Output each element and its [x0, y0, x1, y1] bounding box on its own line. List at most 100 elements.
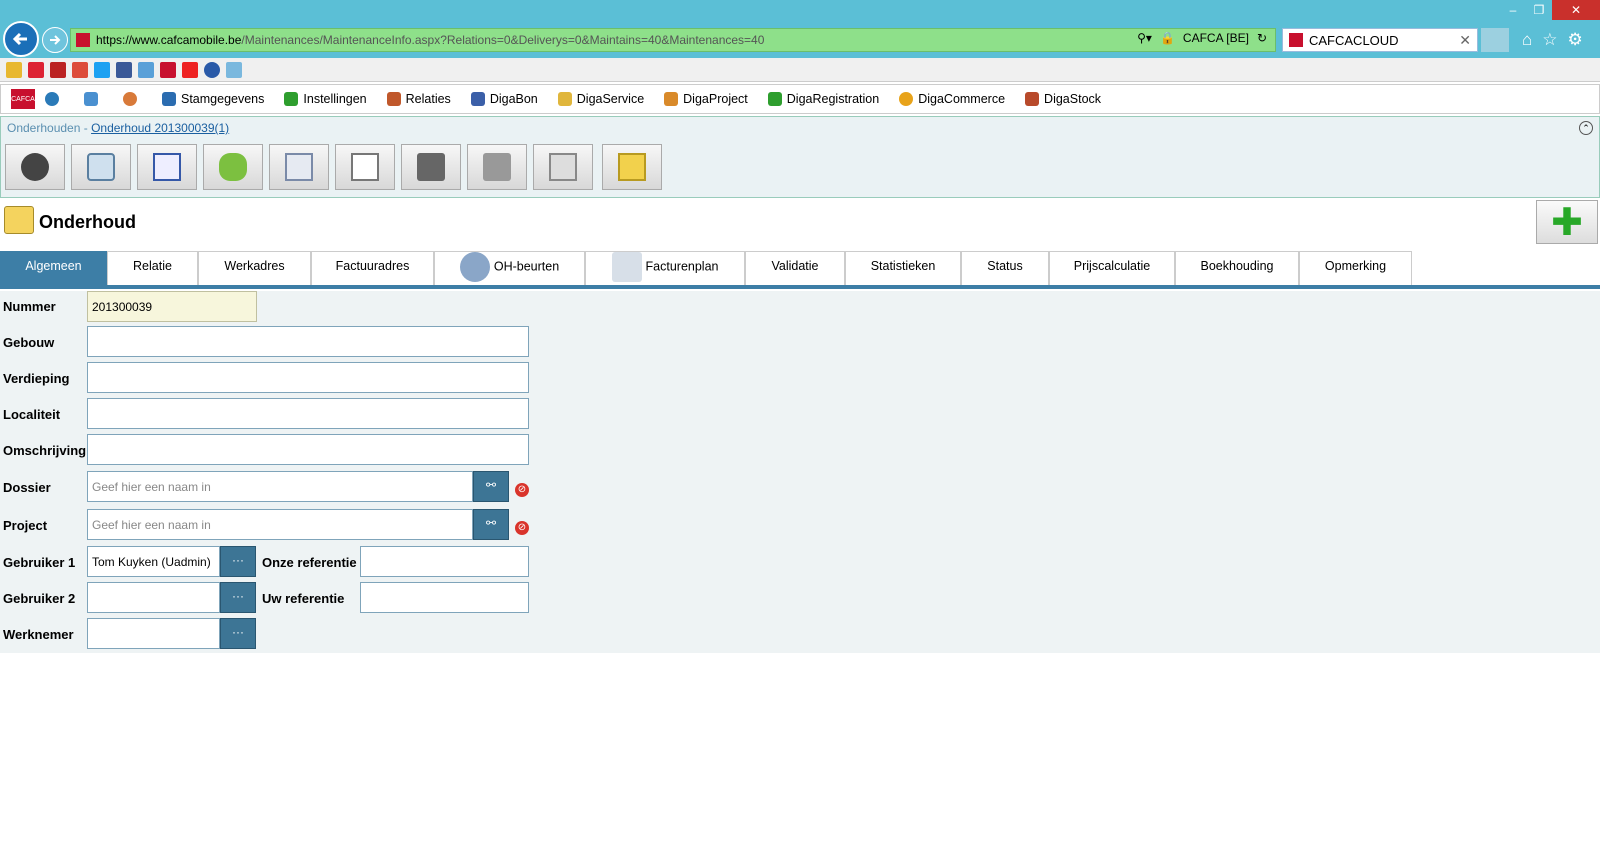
- folder-button[interactable]: [533, 144, 593, 190]
- url-text: https://www.cafcamobile.be/Maintenances/…: [96, 33, 765, 47]
- cafca-logo[interactable]: CAFCA: [11, 89, 35, 109]
- folder-icon: [549, 153, 577, 181]
- print-button[interactable]: [467, 144, 527, 190]
- plug-icon: [219, 153, 247, 181]
- onze-referentie-field[interactable]: [360, 546, 529, 577]
- checklist-icon: [153, 153, 181, 181]
- menu-digastock[interactable]: DigaStock: [1025, 92, 1101, 106]
- fav-facebook-icon[interactable]: [116, 61, 132, 78]
- menu-relaties[interactable]: Relaties: [386, 92, 451, 106]
- alert-button[interactable]: [5, 144, 65, 190]
- werknemer-picker-button[interactable]: ···: [220, 618, 256, 649]
- checklist-button[interactable]: [137, 144, 197, 190]
- page-title: Onderhoud: [39, 212, 136, 232]
- search-icon[interactable]: ⚲▾: [1137, 31, 1152, 45]
- refresh-icon[interactable]: ↻: [1257, 31, 1267, 45]
- dossier-handshake-button[interactable]: ⚯: [473, 471, 509, 502]
- fav-twitter-icon[interactable]: [94, 61, 110, 78]
- omschrijving-field[interactable]: [87, 434, 529, 465]
- settings-gear-icon[interactable]: ⚙: [1568, 30, 1583, 50]
- forward-button[interactable]: [42, 27, 68, 53]
- fav-gplus-icon[interactable]: [72, 61, 88, 78]
- tab-oh-beurten[interactable]: OH-beurten: [434, 251, 585, 285]
- menu-digaregistration[interactable]: DigaRegistration: [767, 92, 879, 106]
- menu-digacommerce[interactable]: DigaCommerce: [899, 92, 1005, 106]
- tab-validatie[interactable]: Validatie: [745, 251, 845, 285]
- verdieping-field[interactable]: [87, 362, 529, 393]
- tab-factuuradres[interactable]: Factuuradres: [311, 251, 434, 285]
- digabon-icon: [470, 92, 485, 106]
- gebouw-field[interactable]: [87, 326, 529, 357]
- onze-referentie-label: Onze referentie: [262, 555, 357, 570]
- uw-referentie-field[interactable]: [360, 582, 529, 613]
- fav-cafca-icon[interactable]: [160, 61, 176, 78]
- tab-boekhouding[interactable]: Boekhouding: [1175, 251, 1299, 285]
- favorites-icon[interactable]: ☆: [1542, 30, 1557, 50]
- project-field[interactable]: Geef hier een naam in: [87, 509, 473, 540]
- tab-prijscalculatie[interactable]: Prijscalculatie: [1049, 251, 1175, 285]
- project-handshake-button[interactable]: ⚯: [473, 509, 509, 540]
- globe-icon[interactable]: [45, 92, 64, 106]
- collapse-icon[interactable]: ⌃: [1579, 121, 1593, 135]
- dossier-placeholder: Geef hier een naam in: [92, 479, 211, 494]
- site-id: CAFCA [BE]: [1182, 31, 1249, 45]
- gebruiker1-field[interactable]: Tom Kuyken (Uadmin): [87, 546, 220, 577]
- tab-relatie[interactable]: Relatie: [107, 251, 198, 285]
- sync-icon[interactable]: [84, 92, 103, 106]
- digacommerce-icon: [899, 92, 914, 106]
- dossier-field[interactable]: Geef hier een naam in: [87, 471, 473, 502]
- address-bar[interactable]: https://www.cafcamobile.be/Maintenances/…: [70, 28, 1276, 52]
- print-icon: [483, 153, 511, 181]
- fav-pdf-icon[interactable]: [50, 61, 66, 78]
- menu-digaproject[interactable]: DigaProject: [664, 92, 748, 106]
- favorites-star-icon[interactable]: [6, 61, 22, 78]
- fav-ie2-icon[interactable]: [226, 61, 242, 78]
- tab-favicon: [1289, 33, 1303, 47]
- project-clear-icon[interactable]: ⊘: [515, 521, 529, 535]
- menu-instellingen[interactable]: Instellingen: [284, 92, 367, 106]
- close-window-button[interactable]: ✕: [1552, 0, 1600, 20]
- fav-ie-icon[interactable]: [138, 61, 154, 78]
- menu-digaservice[interactable]: DigaService: [557, 92, 644, 106]
- tab-algemeen[interactable]: Algemeen: [0, 251, 107, 285]
- tab-opmerking[interactable]: Opmerking: [1299, 251, 1412, 285]
- breadcrumb-current[interactable]: Onderhoud 201300039(1): [91, 121, 229, 135]
- fav-c-icon[interactable]: [182, 61, 198, 78]
- add-button[interactable]: ✚: [1536, 200, 1598, 244]
- book-button[interactable]: [401, 144, 461, 190]
- breadcrumb-root[interactable]: Onderhouden -: [7, 121, 91, 135]
- gebruiker2-field[interactable]: [87, 582, 220, 613]
- fav-e-icon[interactable]: [28, 61, 44, 78]
- breadcrumb: Onderhouden - Onderhoud 201300039(1): [7, 121, 229, 135]
- gebruiker2-picker-button[interactable]: ···: [220, 582, 256, 613]
- maintenance-button[interactable]: [71, 144, 131, 190]
- gebruiker1-picker-button[interactable]: ···: [220, 546, 256, 577]
- gear-doc-button[interactable]: [269, 144, 329, 190]
- oh-beurten-icon: [459, 252, 490, 282]
- menu-digabon[interactable]: DigaBon: [470, 92, 538, 106]
- localiteit-field[interactable]: [87, 398, 529, 429]
- nummer-label: Nummer: [3, 299, 56, 314]
- tab-status[interactable]: Status: [961, 251, 1049, 285]
- maintenance-clock-icon: [4, 206, 34, 234]
- werknemer-field[interactable]: [87, 618, 220, 649]
- home-icon[interactable]: ⌂: [1522, 30, 1532, 50]
- dossier-clear-icon[interactable]: ⊘: [515, 483, 529, 497]
- tab-werkadres[interactable]: Werkadres: [198, 251, 311, 285]
- back-button[interactable]: [3, 21, 39, 57]
- fav-globe-icon[interactable]: [204, 61, 220, 78]
- documents-icon: [351, 153, 379, 181]
- plug-button[interactable]: [203, 144, 263, 190]
- close-tab-icon[interactable]: ✕: [1459, 32, 1471, 49]
- browser-tab[interactable]: CAFCACLOUD ✕: [1282, 28, 1478, 52]
- minimize-button[interactable]: –: [1500, 0, 1526, 20]
- user-icon[interactable]: [123, 92, 142, 106]
- menu-stamgegevens[interactable]: Stamgegevens: [162, 92, 264, 106]
- documents-button[interactable]: [335, 144, 395, 190]
- folder-clock-button[interactable]: [602, 144, 662, 190]
- tab-statistieken[interactable]: Statistieken: [845, 251, 961, 285]
- new-tab-button[interactable]: [1481, 28, 1509, 52]
- tab-facturenplan[interactable]: Facturenplan: [585, 251, 745, 285]
- restore-button[interactable]: ❐: [1526, 0, 1552, 20]
- werknemer-label: Werknemer: [3, 627, 74, 642]
